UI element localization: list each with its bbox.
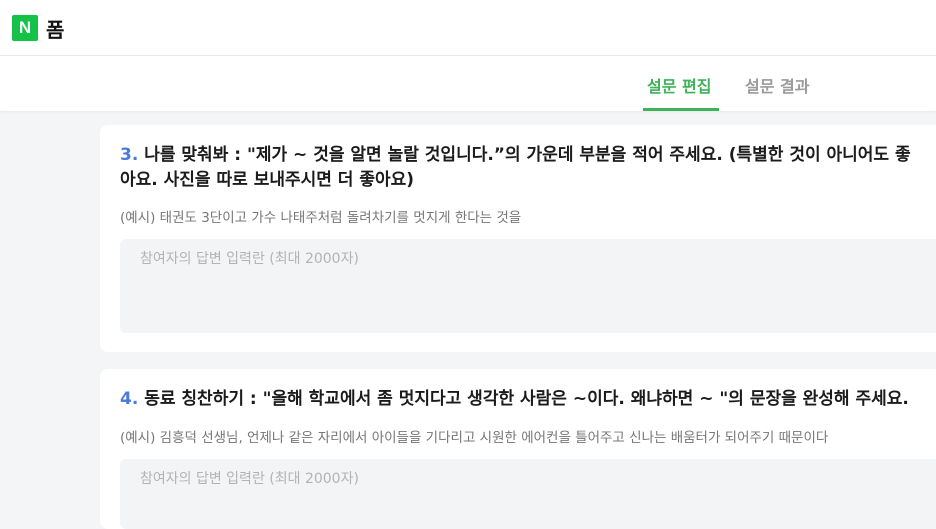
question-text: 동료 칭찬하기 : "올해 학교에서 좀 멋지다고 생각한 사람은 ~이다. 왜…	[144, 389, 909, 409]
answer-box	[120, 459, 936, 529]
tab-survey-edit[interactable]: 설문 편집	[647, 73, 711, 97]
question-title: 4. 동료 칭찬하기 : "올해 학교에서 좀 멋지다고 생각한 사람은 ~이다…	[120, 387, 924, 412]
answer-box	[120, 239, 936, 333]
naver-logo-icon[interactable]: N	[12, 15, 38, 41]
question-number: 3.	[120, 145, 139, 165]
top-bar: N 폼	[0, 0, 936, 56]
question-text: 나를 맞춰봐 : "제가 ~ 것을 알면 놀랄 것입니다.”의 가운데 부분을 …	[120, 145, 911, 190]
tab-survey-results[interactable]: 설문 결과	[745, 73, 809, 97]
question-number: 4.	[120, 389, 139, 409]
answer-input[interactable]	[120, 239, 936, 279]
answer-input[interactable]	[120, 459, 936, 499]
question-card: 4. 동료 칭찬하기 : "올해 학교에서 좀 멋지다고 생각한 사람은 ~이다…	[100, 369, 936, 529]
tab-bar: 설문 편집 설문 결과	[0, 56, 936, 111]
active-tab-indicator	[643, 108, 719, 111]
question-title: 3. 나를 맞춰봐 : "제가 ~ 것을 알면 놀랄 것입니다.”의 가운데 부…	[120, 143, 924, 193]
question-example: (예시) 김흥덕 선생님, 언제나 같은 자리에서 아이들을 기다리고 시원한 …	[120, 430, 829, 446]
question-example: (예시) 태권도 3단이고 가수 나태주처럼 돌려차기를 멋지게 한다는 것을	[120, 210, 522, 226]
question-card: 3. 나를 맞춰봐 : "제가 ~ 것을 알면 놀랄 것입니다.”의 가운데 부…	[100, 125, 936, 352]
app-title: 폼	[46, 18, 65, 42]
